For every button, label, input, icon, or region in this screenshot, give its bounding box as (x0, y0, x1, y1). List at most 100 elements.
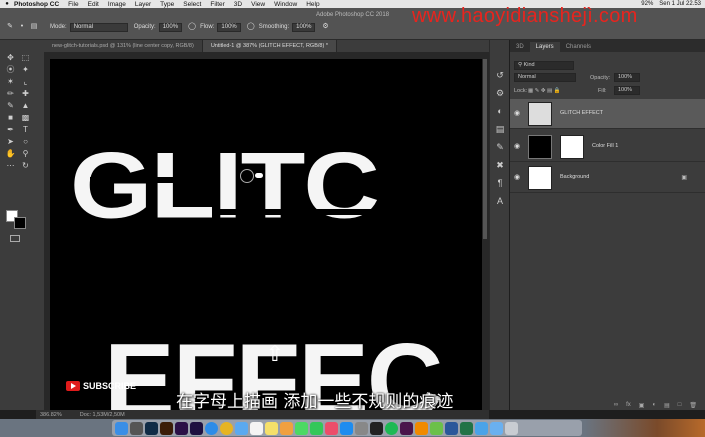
chrome-icon[interactable] (220, 421, 233, 435)
mode-select[interactable]: Normal (69, 22, 128, 32)
lasso-tool-icon[interactable]: ⦿ (3, 64, 18, 75)
airbrush-icon[interactable]: ◯ (247, 23, 255, 31)
layer-name[interactable]: Color Fill 1 (592, 143, 618, 149)
clone-source-icon[interactable]: ✖ (495, 160, 505, 170)
folder-icon[interactable] (475, 421, 488, 435)
music-icon[interactable] (325, 421, 338, 435)
gradient-tool-icon[interactable]: ▩ (18, 112, 33, 123)
crop-tool-icon[interactable]: ⌞ (18, 76, 33, 87)
brushes-icon[interactable]: ✎ (495, 142, 505, 152)
eyedropper-tool-icon[interactable]: ✏ (3, 88, 18, 99)
fx-icon[interactable]: fx (626, 402, 631, 410)
tab-channels[interactable]: Channels (560, 42, 597, 52)
add-mask-icon[interactable]: ▣ (639, 402, 645, 410)
menu-layer[interactable]: Layer (135, 1, 151, 8)
menu-window[interactable]: Window (274, 1, 297, 8)
adjustment-layer-icon[interactable]: ◐ (652, 402, 656, 410)
properties-icon[interactable]: ⚙ (495, 88, 505, 98)
premiere-icon[interactable] (175, 421, 188, 435)
finder-icon[interactable] (115, 421, 128, 435)
settings-icon[interactable] (355, 421, 368, 435)
layer-opacity-field[interactable]: 100% (614, 73, 640, 82)
history-icon[interactable]: ↺ (495, 70, 505, 80)
zoom-level[interactable]: 386.82% (40, 412, 62, 418)
blend-mode-select[interactable]: Normal (514, 73, 576, 82)
vlc-icon[interactable] (415, 421, 428, 435)
eye-icon[interactable]: ◉ (514, 143, 522, 151)
menu-filter[interactable]: Filter (210, 1, 224, 8)
menu-type[interactable]: Type (160, 1, 174, 8)
safari-icon[interactable] (205, 421, 218, 435)
canvas-area[interactable]: GLITC EFFEC ⇧ (44, 53, 489, 410)
tab-layers[interactable]: Layers (529, 42, 560, 52)
adjustments-icon[interactable]: ◐ (495, 106, 505, 116)
marquee-tool-icon[interactable]: ⬚ (18, 52, 33, 63)
layer-name[interactable]: GLITCH EFFECT (560, 110, 603, 116)
clock[interactable]: Sen 1 Jul 22.53 (659, 1, 701, 7)
photos-icon[interactable] (280, 421, 293, 435)
layer-row-color-fill[interactable]: ◉ Color Fill 1 (510, 132, 705, 162)
brush-tool-icon[interactable]: ✎ (3, 100, 18, 111)
maps-icon[interactable] (430, 421, 443, 435)
eye-icon[interactable]: ◉ (514, 174, 522, 182)
smoothing-field[interactable]: 100% (292, 22, 316, 32)
mail-icon[interactable] (235, 421, 248, 435)
flow-field[interactable]: 100% (217, 22, 241, 32)
brush-settings-icon[interactable]: ▤ (30, 23, 38, 31)
facetime-icon[interactable] (310, 421, 323, 435)
terminal-icon[interactable] (370, 421, 383, 435)
menu-file[interactable]: File (68, 1, 78, 8)
brush-tool-icon[interactable]: ✎ (6, 23, 14, 31)
menu-select[interactable]: Select (183, 1, 201, 8)
document-canvas[interactable]: GLITC EFFEC ⇧ (50, 59, 482, 410)
zoom-tool-icon[interactable]: ⚲ (18, 148, 33, 159)
quick-mask-icon[interactable] (10, 235, 20, 242)
quick-select-tool-icon[interactable]: ✦ (18, 64, 33, 75)
pen-tool-icon[interactable]: ✒ (3, 124, 18, 135)
after-effects-icon[interactable] (190, 421, 203, 435)
subscribe-badge[interactable]: SUBSCRIBE (66, 381, 136, 391)
magic-wand-icon[interactable]: ✶ (3, 76, 18, 87)
vertical-scrollbar[interactable] (483, 59, 487, 239)
eye-icon[interactable]: ◉ (514, 110, 522, 118)
tab-untitled-1[interactable]: Untitled-1 @ 387% (GLITCH EFFECT, RGB/8)… (202, 40, 337, 52)
spotify-icon[interactable] (385, 421, 398, 435)
trash-icon[interactable] (505, 421, 518, 435)
lock-icons[interactable]: ▦ ✎ ✥ ▤ 🔒 (528, 88, 561, 94)
pressure-opacity-icon[interactable]: ◯ (188, 23, 196, 31)
app-store-icon[interactable] (340, 421, 353, 435)
word-icon[interactable] (445, 421, 458, 435)
new-group-icon[interactable]: ▤ (664, 402, 670, 410)
path-select-icon[interactable]: ➤ (3, 136, 18, 147)
type-tool-icon[interactable]: T (18, 124, 33, 135)
excel-icon[interactable] (460, 421, 473, 435)
stamp-tool-icon[interactable]: ▲ (18, 100, 33, 111)
link-layers-icon[interactable]: ∞ (614, 402, 618, 410)
layer-row-background[interactable]: ◉ Background ▣ (510, 163, 705, 193)
smoothing-settings-icon[interactable]: ⚙ (321, 23, 329, 31)
background-color-swatch[interactable] (14, 217, 26, 229)
menu-view[interactable]: View (251, 1, 265, 8)
launchpad-icon[interactable] (130, 421, 143, 435)
doc-size[interactable]: Doc: 1,53M/2,50M (80, 412, 125, 418)
tab-glitch-tutorials[interactable]: new-glitch-tutorials.psd @ 131% (line ce… (44, 40, 203, 52)
layer-row-glitch-effect[interactable]: ◉ GLITCH EFFECT (510, 99, 705, 129)
menu-help[interactable]: Help (306, 1, 319, 8)
menu-3d[interactable]: 3D (234, 1, 242, 8)
messages-icon[interactable] (295, 421, 308, 435)
slack-icon[interactable] (400, 421, 413, 435)
photoshop-icon[interactable] (145, 421, 158, 435)
app-menu[interactable]: Photoshop CC (14, 1, 59, 8)
menu-image[interactable]: Image (108, 1, 126, 8)
paragraph-icon[interactable]: ¶ (495, 178, 505, 188)
hand-tool-icon[interactable]: ✋ (3, 148, 18, 159)
healing-brush-icon[interactable]: ✚ (18, 88, 33, 99)
delete-layer-icon[interactable]: 🗑 (689, 402, 697, 410)
rotate-view-icon[interactable]: ↻ (18, 160, 33, 171)
menu-edit[interactable]: Edit (88, 1, 99, 8)
shape-tool-icon[interactable]: ○ (18, 136, 33, 147)
brush-preset-icon[interactable]: • (18, 23, 26, 31)
character-icon[interactable]: A (495, 196, 505, 206)
apple-icon[interactable]: ● (0, 1, 14, 7)
new-layer-icon[interactable]: □ (678, 402, 682, 410)
